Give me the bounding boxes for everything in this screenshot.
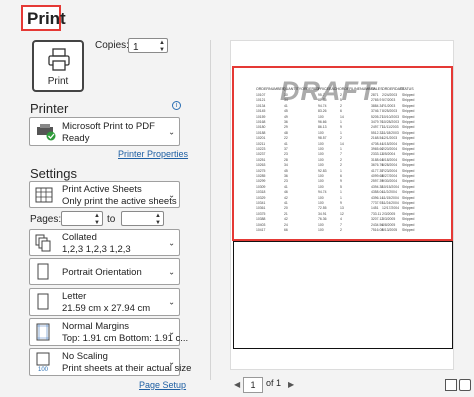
page-number-input[interactable]: 1 [243,377,263,393]
printer-section-title: Printer [30,101,69,116]
page-title: Print [27,9,66,28]
print-button[interactable]: Print [32,40,84,92]
page-of-label: of 1 [266,378,282,388]
zoom-to-page-icon[interactable] [459,379,471,391]
next-page-icon[interactable]: ▶ [288,380,294,389]
pages-to-label: to [107,214,116,225]
chevron-down-icon: ⌄ [168,267,175,276]
chevron-down-icon: ⌄ [168,297,175,307]
paper-sub: 21.59 cm x 27.94 cm [62,303,151,314]
printer-ready-icon [37,123,56,140]
info-icon[interactable]: i [172,101,181,110]
orientation-dropdown[interactable]: Portrait Orientation ⌄ [29,258,180,285]
show-margins-icon[interactable] [445,379,457,391]
print-what-dropdown[interactable]: Print Active Sheets Only print the activ… [29,181,180,208]
scaling-dropdown[interactable]: 100 No Scaling Print sheets at their act… [29,348,191,376]
printer-status: Ready [62,133,90,144]
portrait-page-icon [37,263,49,279]
printer-name: Microsoft Print to PDF [62,121,155,132]
chevron-down-icon: ⌄ [168,238,175,247]
chevron-down-icon: ⌄ [168,357,175,367]
chevron-down-icon: ⌄ [168,127,175,136]
printer-icon [48,48,70,71]
copies-label: Copies: [95,40,129,51]
printer-properties-link[interactable]: Printer Properties [118,149,188,159]
chevron-down-icon: ⌄ [168,190,175,199]
scaling-main: No Scaling [62,351,108,362]
pages-from-input[interactable]: ▲ ▼ [61,211,103,226]
spin-arrows-icon[interactable]: ▲ ▼ [155,213,161,227]
margins-main: Normal Margins [62,321,130,332]
collated-pages-icon [35,234,51,251]
page-setup-link[interactable]: Page Setup [139,380,186,390]
pane-divider [210,40,211,380]
svg-text:100: 100 [38,367,49,372]
scaling-100-icon: 100 [36,352,50,372]
print-what-sub: Only print the active sheets [62,196,177,207]
copies-stepper[interactable]: 1 ▲ ▼ [128,38,168,53]
pages-to-input[interactable]: ▲ ▼ [121,211,164,226]
backstage-title-box: Print [21,5,66,31]
orientation-main: Portrait Orientation [62,267,142,278]
print-what-main: Print Active Sheets [62,184,142,195]
print-area-highlight [232,66,453,241]
previous-page-icon[interactable]: ◀ [234,380,240,389]
pages-label: Pages: [30,214,62,225]
collate-sub: 1,2,3 1,2,3 1,2,3 [62,244,131,255]
sheets-grid-icon [35,187,53,202]
spin-arrows-icon[interactable]: ▲ ▼ [159,40,165,54]
preview-page-break [234,241,452,242]
settings-section-title: Settings [30,166,77,181]
copies-value: 1 [133,42,139,53]
paper-size-dropdown[interactable]: Letter 21.59 cm x 27.94 cm ⌄ [29,288,180,316]
collate-dropdown[interactable]: Collated 1,2,3 1,2,3 1,2,3 ⌄ [29,229,180,256]
print-button-label: Print [47,76,69,87]
paper-main: Letter [62,291,87,302]
chevron-down-icon: ⌄ [168,327,175,337]
spin-arrows-icon[interactable]: ▲ ▼ [94,213,100,227]
letter-page-icon [37,293,49,310]
printer-dropdown[interactable]: Microsoft Print to PDF Ready ⌄ [29,117,180,146]
collate-main: Collated [62,232,97,243]
margins-icon [36,323,50,341]
margins-dropdown[interactable]: Normal Margins Top: 1.91 cm Bottom: 1.91… [29,318,188,346]
